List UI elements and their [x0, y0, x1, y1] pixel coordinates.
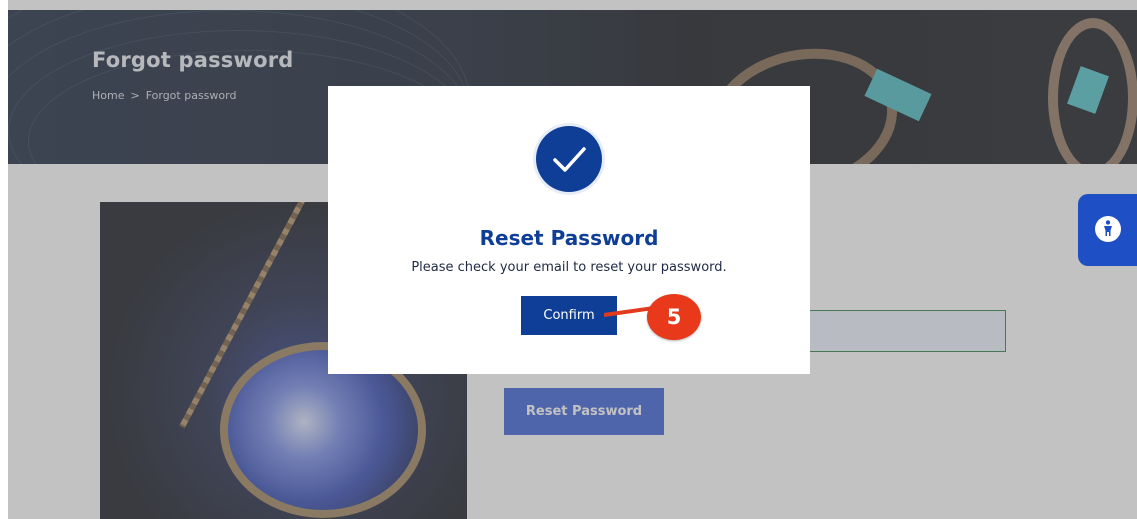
accessibility-person-icon — [1095, 216, 1121, 242]
reset-password-dialog: Reset Password Please check your email t… — [328, 86, 810, 374]
confirm-button[interactable]: Confirm — [521, 296, 617, 335]
accessibility-button[interactable] — [1078, 194, 1137, 266]
page: Forgot password Home > Forgot password Res… — [0, 0, 1137, 519]
left-edge — [0, 0, 8, 519]
dialog-title: Reset Password — [479, 226, 659, 250]
checkmark-icon — [536, 126, 602, 192]
step-number-badge: 5 — [647, 294, 701, 340]
dialog-message: Please check your email to reset your pa… — [411, 260, 727, 275]
